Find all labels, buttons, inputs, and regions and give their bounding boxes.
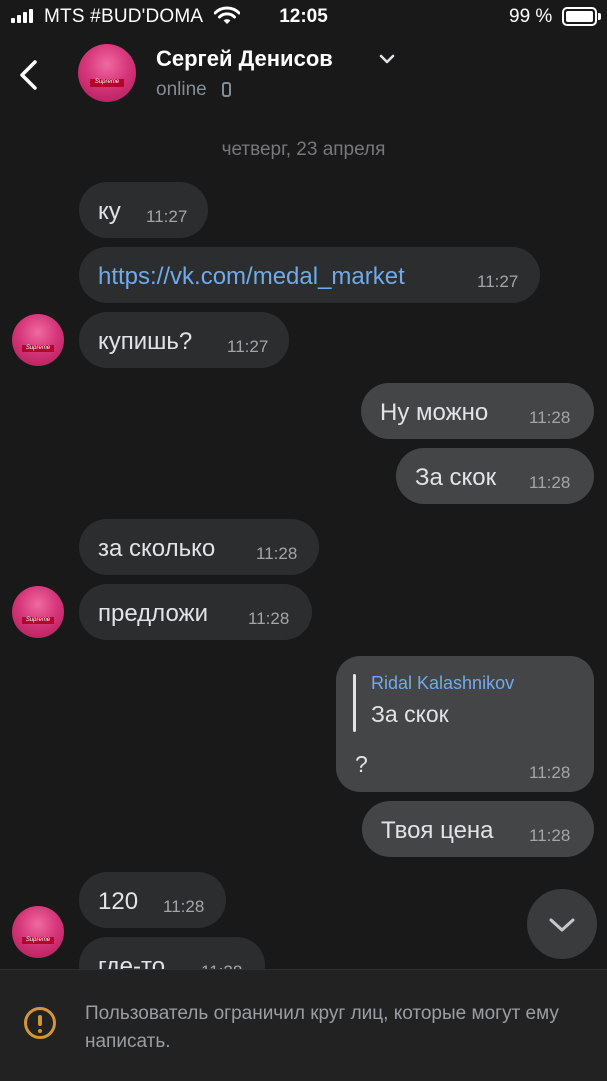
message-bubble[interactable]: За скок 11:28: [396, 448, 594, 504]
message-time: 11:28: [529, 763, 571, 782]
message-time: 11:27: [227, 337, 269, 356]
message-time: 11:28: [256, 544, 298, 563]
scroll-to-bottom-button[interactable]: [527, 889, 597, 959]
reply-quote-bar: [353, 674, 356, 732]
message-bubble[interactable]: Ну можно 11:28: [361, 383, 594, 439]
reply-message-bubble[interactable]: Ridal Kalashnikov За скок ? 11:28: [336, 656, 594, 792]
sender-avatar[interactable]: Supreme: [12, 586, 64, 638]
message-bubble[interactable]: за сколько 11:28: [79, 519, 319, 575]
message-time: 11:28: [248, 609, 290, 628]
sender-avatar[interactable]: Supreme: [12, 314, 64, 366]
chevron-down-icon[interactable]: [378, 52, 396, 66]
message-text: Ну можно: [380, 399, 489, 426]
message-text: за сколько: [98, 535, 216, 562]
message-time: 11:28: [529, 408, 571, 427]
battery-icon: [562, 7, 601, 26]
phone-device-icon: [222, 82, 231, 97]
warning-icon: [24, 1007, 56, 1039]
message-bubble[interactable]: 120 11:28: [79, 872, 226, 928]
contact-status: online: [156, 79, 207, 100]
message-text: За скок: [415, 464, 497, 491]
message-bubble[interactable]: ку 11:27: [79, 182, 208, 238]
message-text: 120: [98, 888, 139, 915]
date-separator: четверг, 23 апреля: [221, 139, 386, 160]
status-bar: MTS #BUD'DOMA 12:05 99 %: [0, 0, 607, 34]
reply-quoted-text: За скок: [371, 701, 449, 727]
message-text: ку: [98, 198, 121, 225]
restriction-notice-text: Пользователь ограничил круг лиц, которые…: [85, 1003, 559, 1052]
back-icon[interactable]: [14, 55, 44, 95]
message-text: предложи: [98, 600, 208, 627]
reply-author[interactable]: Ridal Kalashnikov: [371, 673, 514, 694]
contact-name[interactable]: Сергей Денисов: [156, 46, 333, 72]
message-bubble[interactable]: https://vk.com/medal_market 11:27: [79, 247, 540, 303]
message-text: ?: [355, 751, 368, 777]
restriction-notice: Пользователь ограничил круг лиц, которые…: [0, 969, 607, 1081]
message-text: купишь?: [98, 328, 193, 355]
message-bubble[interactable]: предложи 11:28: [79, 584, 312, 640]
message-bubble[interactable]: купишь? 11:27: [79, 312, 289, 368]
contact-avatar[interactable]: Supreme: [78, 44, 136, 102]
message-time: 11:27: [477, 272, 519, 291]
message-time: 11:28: [529, 473, 571, 492]
message-time: 11:27: [146, 207, 188, 226]
message-text: Твоя цена: [381, 817, 494, 844]
message-link[interactable]: https://vk.com/medal_market: [98, 263, 405, 291]
chevron-down-icon: [549, 918, 575, 932]
message-time: 11:28: [163, 897, 205, 916]
message-time: 11:28: [529, 826, 571, 845]
sender-avatar[interactable]: Supreme: [12, 906, 64, 958]
battery-percentage: 99 %: [509, 6, 553, 27]
message-bubble[interactable]: Твоя цена 11:28: [362, 801, 594, 857]
